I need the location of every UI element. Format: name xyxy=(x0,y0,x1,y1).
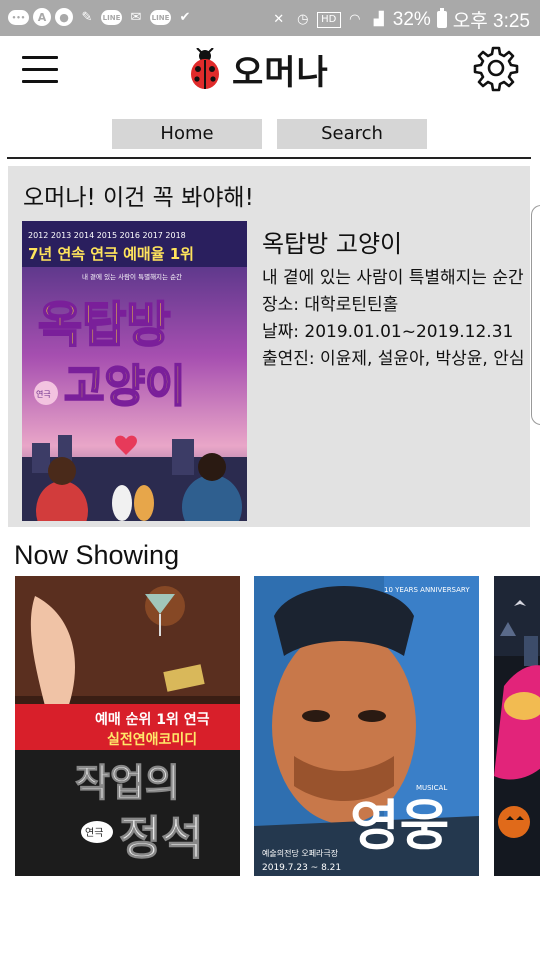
show-venue: 장소: 대학로틴틴홀 xyxy=(262,295,399,315)
side-drawer-handle[interactable] xyxy=(531,205,540,425)
notification-icons: ••• A ● ✎ LINE ✉ LINE ✔ xyxy=(8,7,195,27)
app-header: 오머나 xyxy=(0,36,540,106)
battery-icon xyxy=(436,8,447,28)
status-bar: ••• A ● ✎ LINE ✉ LINE ✔ ✕ ◷ HD ◠ ▟ 32% 오… xyxy=(0,0,540,36)
poster2-dates: 2019.7.23 ~ 8.21 xyxy=(262,863,341,873)
poster-card-2[interactable]: 10 YEARS ANNIVERSARY MUSICAL 영웅 예술의전당 오페… xyxy=(254,576,479,876)
poster2-anniversary: 10 YEARS ANNIVERSARY xyxy=(384,586,470,594)
show-dates: 날짜: 2019.01.01~2019.12.31 xyxy=(262,322,514,342)
poster2-genre: MUSICAL xyxy=(416,784,447,792)
show-title[interactable]: 옥탑방 고양이 xyxy=(262,224,530,259)
hamburger-icon[interactable] xyxy=(22,56,60,86)
clock: 오후 3:25 xyxy=(452,11,530,32)
now-showing-carousel[interactable]: 예매 순위 1위 연극 실전연애코미디 작업의 정석 연극 10 YEARS A… xyxy=(0,576,540,876)
tab-search[interactable]: Search xyxy=(277,119,427,149)
poster-badge: 연극 xyxy=(36,390,51,399)
signal-icon: ▟ xyxy=(373,12,384,27)
poster-card-3[interactable] xyxy=(494,576,540,876)
gear-icon[interactable] xyxy=(472,44,520,92)
poster1-title-1: 작업의 xyxy=(75,761,180,805)
poster-title-1: 옥탑방 xyxy=(38,297,170,353)
a-icon: A xyxy=(33,8,51,26)
featured-poster[interactable]: 2012 2013 2014 2015 2016 2017 2018 7년 연속… xyxy=(22,221,247,521)
poster1-title-2: 정석 xyxy=(119,811,204,865)
featured-heading: 오머나! 이건 꼭 봐야해! xyxy=(23,185,254,211)
featured-section: 오머나! 이건 꼭 봐야해! 2012 2013 2014 2015 2016 … xyxy=(8,166,530,527)
poster-title-2: 고양이 xyxy=(64,361,185,412)
app-title: 오머나 xyxy=(232,52,329,93)
check-icon: ✔ xyxy=(179,9,191,25)
brush-icon: ✎ xyxy=(81,9,93,25)
ladybug-icon xyxy=(191,48,219,89)
poster1-band-2: 실전연애코미디 xyxy=(107,731,197,748)
poster-card-1[interactable]: 예매 순위 1위 연극 실전연애코미디 작업의 정석 연극 xyxy=(15,576,240,876)
poster1-badge: 연극 xyxy=(85,827,103,839)
chat-icon: ••• xyxy=(8,10,29,25)
poster-tagline: 내 곁에 있는 사람이 특별해지는 순간 xyxy=(82,272,182,281)
now-showing-title: Now Showing xyxy=(14,540,180,570)
mute-icon: ✕ xyxy=(273,12,285,27)
line-icon: LINE xyxy=(101,10,122,25)
show-description: 내 곁에 있는 사람이 특별해지는 순간 xyxy=(262,268,524,288)
bubble-icon: ● xyxy=(55,8,73,26)
wifi-icon: ◠ xyxy=(349,12,361,27)
nav-tabs: Home Search xyxy=(0,119,540,151)
battery-percent: 32% xyxy=(392,8,431,30)
poster2-venue: 예술의전당 오페라극장 xyxy=(262,848,339,858)
tab-home[interactable]: Home xyxy=(112,119,262,149)
featured-info: 옥탑방 고양이 내 곁에 있는 사람이 특별해지는 순간 장소: 대학로틴틴홀 … xyxy=(262,224,530,373)
line-icon: LINE xyxy=(150,10,171,25)
poster1-band-1: 예매 순위 1위 연극 xyxy=(95,712,210,728)
brand: 오머나 xyxy=(188,44,329,94)
alarm-icon: ◷ xyxy=(297,12,309,27)
poster2-title: 영웅 xyxy=(350,793,449,857)
poster-years: 2012 2013 2014 2015 2016 2017 2018 xyxy=(28,231,186,240)
show-cast: 출연진: 이윤제, 설윤아, 박상윤, 안심 xyxy=(262,349,525,369)
poster-banner: 7년 연속 연극 예매율 1위 xyxy=(28,245,194,263)
mail-icon: ✉ xyxy=(130,9,142,25)
nav-divider xyxy=(7,157,531,159)
hd-icon: HD xyxy=(316,11,341,28)
system-icons: ✕ ◷ HD ◠ ▟ 32% 오후 3:25 xyxy=(269,6,530,33)
